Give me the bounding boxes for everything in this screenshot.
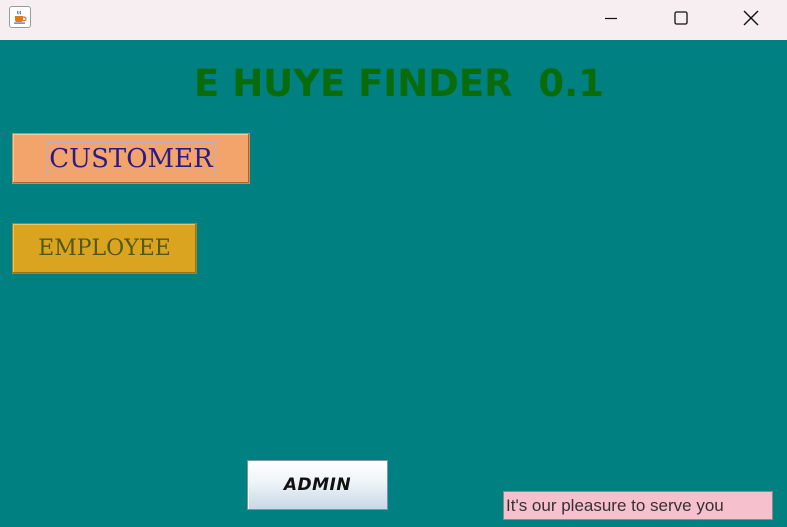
admin-button[interactable]: ADMIN: [247, 460, 388, 510]
minimize-button[interactable]: [576, 0, 646, 36]
employee-button-label: EMPLOYEE: [38, 236, 171, 261]
maximize-button[interactable]: [646, 0, 716, 36]
minimize-icon: [605, 17, 617, 20]
customer-button[interactable]: CUSTOMER: [12, 133, 250, 184]
close-button[interactable]: [716, 0, 786, 36]
employee-button[interactable]: EMPLOYEE: [12, 223, 197, 274]
status-field[interactable]: It's our pleasure to serve you: [503, 491, 773, 520]
maximize-icon: [674, 11, 688, 25]
app-window: E HUYE FINDER 0.1 CUSTOMER EMPLOYEE ADMI…: [0, 0, 787, 527]
close-icon: [743, 10, 759, 26]
customer-button-label: CUSTOMER: [46, 141, 216, 176]
title-bar: [0, 0, 787, 40]
java-cup-icon[interactable]: [9, 6, 31, 28]
app-title: E HUYE FINDER 0.1: [194, 62, 604, 105]
admin-button-label: ADMIN: [283, 475, 352, 495]
